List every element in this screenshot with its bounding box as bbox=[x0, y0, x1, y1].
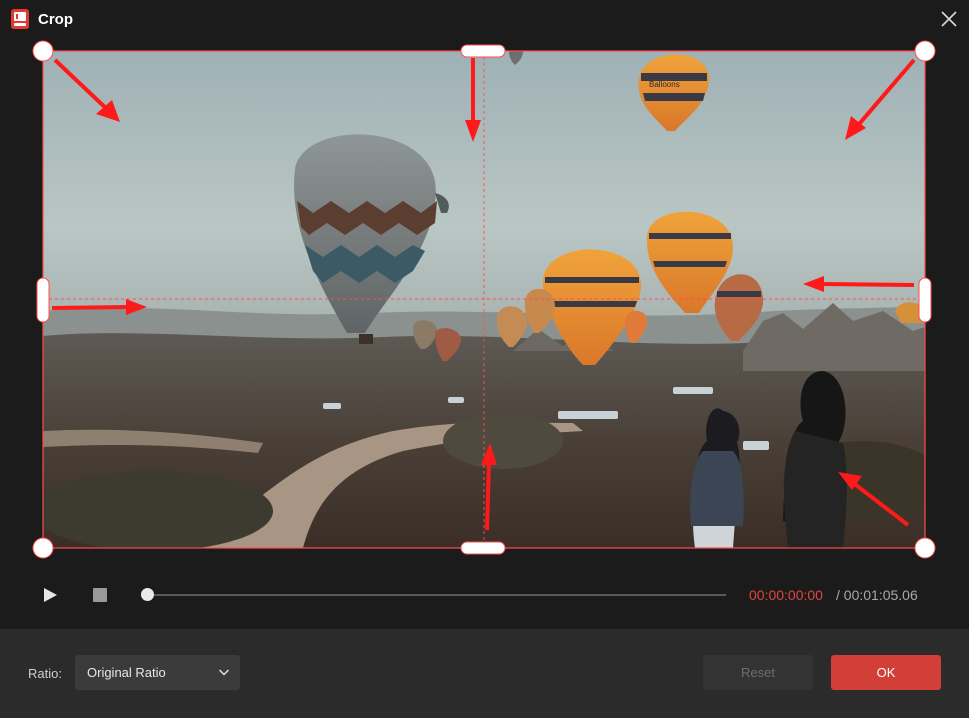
crop-handle-bottom[interactable] bbox=[460, 541, 506, 555]
crop-handle-right[interactable] bbox=[918, 277, 932, 323]
seek-thumb[interactable] bbox=[141, 588, 154, 601]
ratio-selected-value: Original Ratio bbox=[87, 665, 166, 680]
app-logo-icon bbox=[11, 9, 29, 29]
crop-handle-left[interactable] bbox=[36, 277, 50, 323]
play-icon[interactable] bbox=[42, 587, 58, 603]
title-bar: Crop bbox=[0, 0, 969, 40]
crop-handle-top-left[interactable] bbox=[32, 40, 54, 62]
reset-button[interactable]: Reset bbox=[703, 655, 813, 690]
window-title: Crop bbox=[38, 11, 73, 28]
current-time: 00:00:00:00 bbox=[749, 587, 823, 603]
video-frame-image: Balloons bbox=[43, 51, 925, 548]
seek-bar[interactable] bbox=[147, 594, 726, 596]
total-duration: / 00:01:05.06 bbox=[836, 587, 918, 603]
video-preview: Balloons bbox=[43, 51, 925, 548]
chevron-down-icon bbox=[218, 669, 230, 676]
ratio-dropdown[interactable]: Original Ratio bbox=[75, 655, 240, 690]
footer-bar: Ratio: Original Ratio Reset OK bbox=[0, 629, 969, 718]
crop-handle-bottom-left[interactable] bbox=[32, 537, 54, 559]
stop-icon[interactable] bbox=[93, 588, 107, 602]
ok-button[interactable]: OK bbox=[831, 655, 941, 690]
close-icon[interactable] bbox=[938, 8, 960, 30]
crop-handle-top-right[interactable] bbox=[914, 40, 936, 62]
playback-controls: 00:00:00:00 / 00:01:05.06 bbox=[0, 570, 969, 620]
svg-text:Balloons: Balloons bbox=[649, 80, 680, 89]
crop-handle-bottom-right[interactable] bbox=[914, 537, 936, 559]
ratio-label: Ratio: bbox=[28, 666, 62, 681]
crop-handle-top[interactable] bbox=[460, 44, 506, 58]
